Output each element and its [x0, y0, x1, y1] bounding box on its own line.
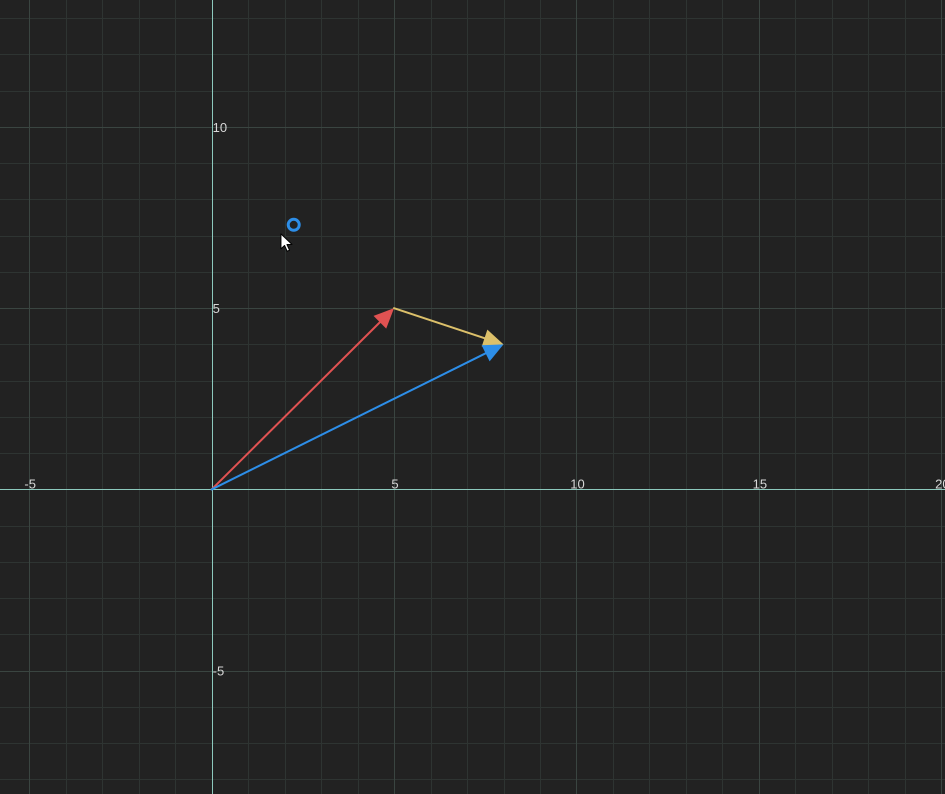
x-tick-label: 20 [935, 476, 945, 491]
vector-b[interactable] [393, 307, 504, 347]
major-grid [0, 0, 945, 794]
minor-grid [0, 0, 945, 794]
y-tick-label: -5 [213, 664, 225, 679]
vector-a-shaft[interactable] [210, 321, 381, 491]
vector-sum[interactable] [210, 344, 504, 491]
tick-labels: -5 5 10 15 20 10 5 -5 [24, 120, 945, 679]
coordinate-plane-canvas[interactable]: -5 5 10 15 20 10 5 -5 [0, 0, 945, 794]
vectors[interactable] [210, 307, 504, 491]
points[interactable] [286, 217, 301, 232]
vector-b-shaft[interactable] [393, 307, 486, 340]
x-tick-label: 15 [753, 476, 767, 491]
x-tick-label: 10 [570, 476, 584, 491]
draggable-point[interactable] [286, 217, 301, 232]
vector-a[interactable] [210, 308, 395, 491]
vector-b-arrowhead[interactable] [481, 329, 504, 347]
y-tick-label: 10 [213, 120, 227, 135]
vector-sum-shaft[interactable] [210, 352, 487, 491]
coordinate-plane[interactable]: -5 5 10 15 20 10 5 -5 [0, 0, 945, 794]
x-tick-label: -5 [24, 476, 36, 491]
y-tick-label: 5 [213, 301, 220, 316]
x-tick-label: 5 [391, 476, 398, 491]
axes [0, 0, 945, 794]
